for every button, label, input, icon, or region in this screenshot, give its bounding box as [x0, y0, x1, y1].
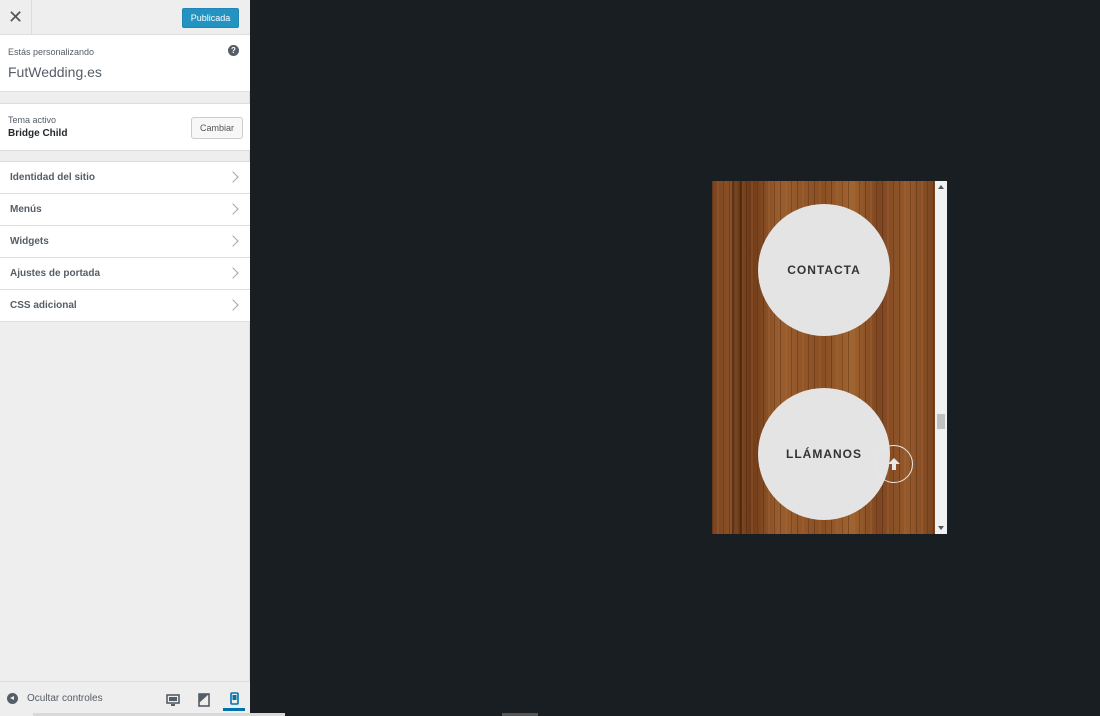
- active-theme-panel: Tema activo Bridge Child Cambiar: [0, 103, 250, 151]
- section-menus[interactable]: Menús: [0, 194, 250, 226]
- customizer-sidebar: ✕ Publicada Estás personalizando FutWedd…: [0, 0, 250, 716]
- customizer-footer: Ocultar controles: [0, 681, 250, 716]
- section-homepage-settings[interactable]: Ajustes de portada: [0, 258, 250, 290]
- theme-name: Bridge Child: [8, 128, 68, 139]
- customizing-label: Estás personalizando: [8, 47, 95, 57]
- section-additional-css[interactable]: CSS adicional: [0, 290, 250, 322]
- customizer-info: Estás personalizando FutWedding.es ?: [0, 35, 250, 92]
- close-button[interactable]: ✕: [0, 0, 32, 34]
- hide-controls-label: Ocultar controles: [27, 693, 103, 704]
- desktop-preview-button[interactable]: [162, 690, 184, 710]
- hide-controls-button[interactable]: Ocultar controles: [7, 693, 103, 704]
- chevron-right-icon: [227, 171, 239, 183]
- chevron-right-icon: [227, 267, 239, 279]
- scroll-up-arrow-icon[interactable]: [938, 185, 944, 189]
- scroll-thumb[interactable]: [937, 414, 945, 429]
- help-icon[interactable]: ?: [228, 45, 239, 56]
- section-site-identity[interactable]: Identidad del sitio: [0, 162, 250, 194]
- contact-button[interactable]: CONTACTA: [758, 204, 890, 336]
- customizer-sections: Identidad del sitio Menús Widgets Ajuste…: [0, 161, 250, 322]
- publish-button[interactable]: Publicada: [182, 8, 239, 28]
- back-to-top-button[interactable]: [875, 445, 913, 483]
- preview-scrollbar[interactable]: [935, 181, 947, 534]
- collapse-icon: [7, 693, 18, 704]
- call-button[interactable]: LLÁMANOS: [758, 388, 890, 520]
- arrow-up-icon: [888, 458, 900, 470]
- scroll-down-arrow-icon[interactable]: [938, 526, 944, 530]
- section-label: Menús: [10, 204, 42, 215]
- active-theme-label: Tema activo: [8, 115, 57, 125]
- chevron-right-icon: [227, 235, 239, 247]
- mobile-icon: [229, 692, 239, 705]
- section-widgets[interactable]: Widgets: [0, 226, 250, 258]
- tablet-icon: [198, 693, 210, 707]
- section-label: Widgets: [10, 236, 49, 247]
- change-theme-button[interactable]: Cambiar: [191, 117, 243, 139]
- chevron-right-icon: [227, 203, 239, 215]
- chevron-right-icon: [227, 299, 239, 311]
- mobile-preview-button[interactable]: [223, 689, 245, 711]
- section-label: CSS adicional: [10, 300, 77, 311]
- customizer-header: ✕ Publicada: [0, 0, 250, 35]
- mobile-site-preview[interactable]: CONTACTA LLÁMANOS: [712, 181, 947, 534]
- tablet-preview-button[interactable]: [193, 690, 215, 710]
- section-label: Identidad del sitio: [10, 172, 96, 183]
- section-label: Ajustes de portada: [10, 268, 101, 279]
- site-title: FutWedding.es: [8, 64, 102, 80]
- close-icon: ✕: [7, 6, 24, 27]
- desktop-icon: [166, 693, 180, 706]
